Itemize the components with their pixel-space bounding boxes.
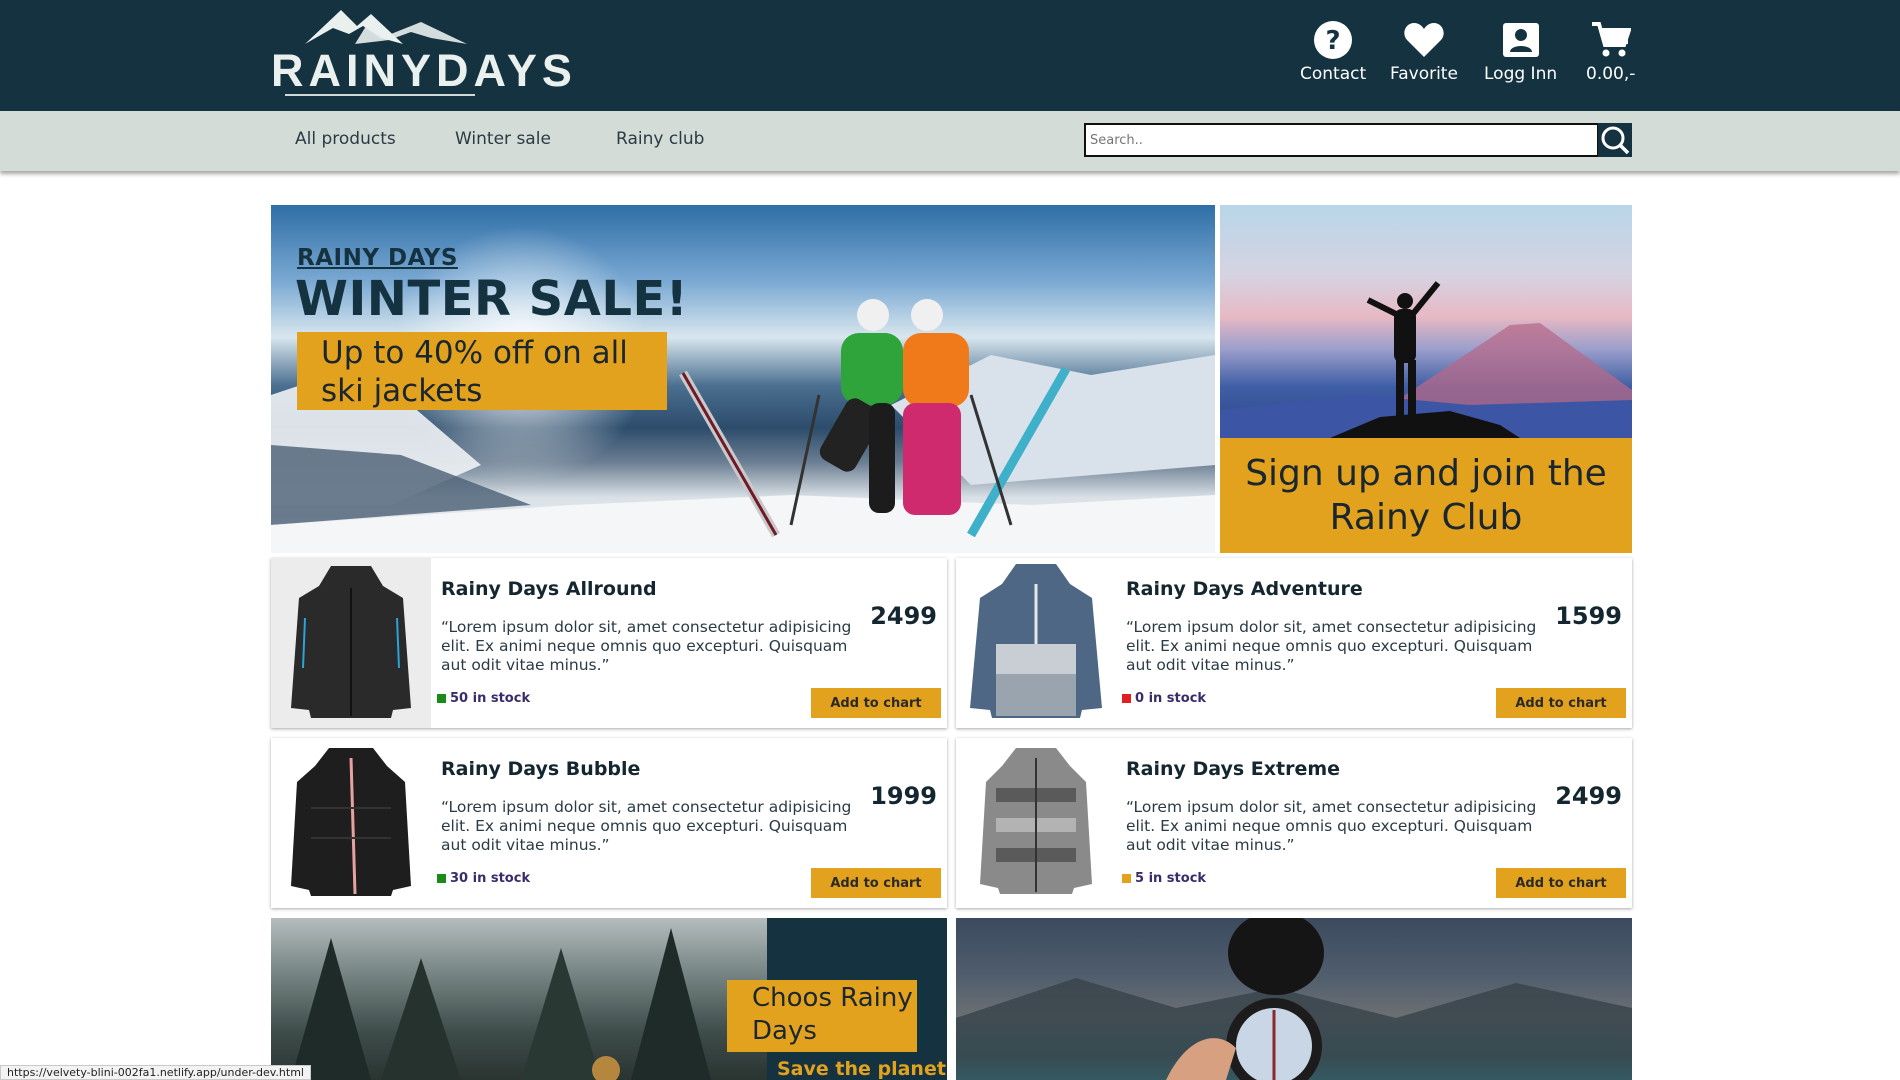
product-image-extreme: [956, 738, 1116, 908]
stock-text: 5 in stock: [1135, 871, 1207, 886]
product-price: 1599: [1555, 602, 1622, 630]
stock-status: 30 in stock: [437, 871, 530, 886]
nav-all-products[interactable]: All products: [295, 129, 396, 149]
product-price: 1999: [870, 782, 937, 810]
product-price: 2499: [870, 602, 937, 630]
rainy-club-banner[interactable]: Sign up and join the Rainy Club: [1220, 205, 1632, 553]
contact-link[interactable]: ? Contact: [1300, 20, 1366, 90]
stock-status: 0 in stock: [1122, 691, 1206, 706]
stock-indicator-icon: [1122, 874, 1131, 883]
search-button[interactable]: [1598, 123, 1632, 157]
hero-offer-box: Up to 40% off on all ski jackets: [297, 332, 667, 410]
save-the-planet-banner[interactable]: Choos Rainy Days Save the planet: [271, 918, 947, 1080]
stock-indicator-icon: [437, 694, 446, 703]
search-input[interactable]: [1086, 125, 1597, 155]
product-card: Rainy Days Bubble “Lorem ipsum dolor sit…: [271, 738, 947, 908]
stock-text: 50 in stock: [450, 691, 531, 706]
hiker-silhouette: [1220, 281, 1632, 438]
stock-text: 30 in stock: [450, 871, 531, 886]
winter-sale-banner[interactable]: RAINY DAYS WINTER SALE! Up to 40% off on…: [271, 205, 1215, 553]
product-name[interactable]: Rainy Days Adventure: [1126, 578, 1363, 600]
stock-indicator-icon: [437, 874, 446, 883]
nav-rainy-club[interactable]: Rainy club: [616, 129, 704, 149]
favorite-link[interactable]: Favorite: [1390, 20, 1458, 90]
hero-kicker: RAINY DAYS: [297, 245, 458, 271]
product-card: Rainy Days Adventure “Lorem ipsum dolor …: [956, 558, 1632, 728]
heart-icon: [1402, 20, 1446, 60]
logo-underline: [285, 94, 475, 96]
rainydays-logo[interactable]: RAINYDAYS: [271, 4, 577, 96]
login-link[interactable]: Logg Inn: [1484, 20, 1557, 90]
club-photo: [1220, 205, 1632, 438]
product-image-adventure: [956, 558, 1116, 728]
product-name[interactable]: Rainy Days Extreme: [1126, 758, 1340, 780]
product-image-bubble: [271, 738, 431, 908]
choose-callout: Choos Rainy Days: [727, 980, 917, 1052]
add-to-cart-button[interactable]: Add to chart: [811, 688, 941, 718]
favorite-label: Favorite: [1390, 64, 1458, 84]
stock-status: 50 in stock: [437, 691, 530, 706]
nav-winter-sale[interactable]: Winter sale: [455, 129, 551, 149]
add-to-cart-button[interactable]: Add to chart: [811, 868, 941, 898]
login-label: Logg Inn: [1484, 64, 1558, 84]
cart-icon: [1589, 20, 1633, 60]
stock-indicator-icon: [1122, 694, 1131, 703]
compass-illustration: [956, 918, 1632, 1080]
svg-text:?: ?: [1326, 26, 1341, 56]
product-description: “Lorem ipsum dolor sit, amet consectetur…: [441, 798, 852, 854]
product-description: “Lorem ipsum dolor sit, amet consectetur…: [1126, 618, 1537, 674]
save-planet-text: Save the planet: [777, 1058, 946, 1080]
search-box: [1084, 123, 1599, 157]
browser-status-url: https://velvety-blini-002fa1.netlify.app…: [0, 1065, 311, 1080]
club-callout: Sign up and join the Rainy Club: [1220, 438, 1632, 553]
product-description: “Lorem ipsum dolor sit, amet consectetur…: [441, 618, 852, 674]
contact-label: Contact: [1300, 64, 1367, 84]
product-card: Rainy Days Allround “Lorem ipsum dolor s…: [271, 558, 947, 728]
hero-offer-text: Up to 40% off on all ski jackets: [321, 335, 628, 409]
product-name[interactable]: Rainy Days Allround: [441, 578, 657, 600]
stock-text: 0 in stock: [1135, 691, 1207, 706]
club-text: Sign up and join the Rainy Club: [1245, 452, 1607, 538]
product-image-allround: [271, 558, 431, 728]
logo-text: RAINYDAYS: [271, 45, 577, 96]
product-description: “Lorem ipsum dolor sit, amet consectetur…: [1126, 798, 1537, 854]
product-price: 2499: [1555, 782, 1622, 810]
product-name[interactable]: Rainy Days Bubble: [441, 758, 640, 780]
compass-banner[interactable]: [956, 918, 1632, 1080]
help-icon: ?: [1311, 20, 1355, 60]
forest-illustration: [291, 928, 711, 1080]
search-icon: [1601, 126, 1630, 155]
product-card: Rainy Days Extreme “Lorem ipsum dolor si…: [956, 738, 1632, 908]
add-to-cart-button[interactable]: Add to chart: [1496, 868, 1626, 898]
top-header: RAINYDAYS ? Contact Favorite Logg Inn 0.…: [0, 0, 1900, 111]
cart-link[interactable]: 0.00,-: [1586, 20, 1635, 90]
category-nav: All products Winter sale Rainy club: [0, 111, 1900, 171]
cart-total: 0.00,-: [1586, 64, 1636, 84]
stock-status: 5 in stock: [1122, 871, 1206, 886]
add-to-cart-button[interactable]: Add to chart: [1496, 688, 1626, 718]
user-icon: [1499, 20, 1543, 60]
hero-title: WINTER SALE!: [295, 271, 689, 327]
